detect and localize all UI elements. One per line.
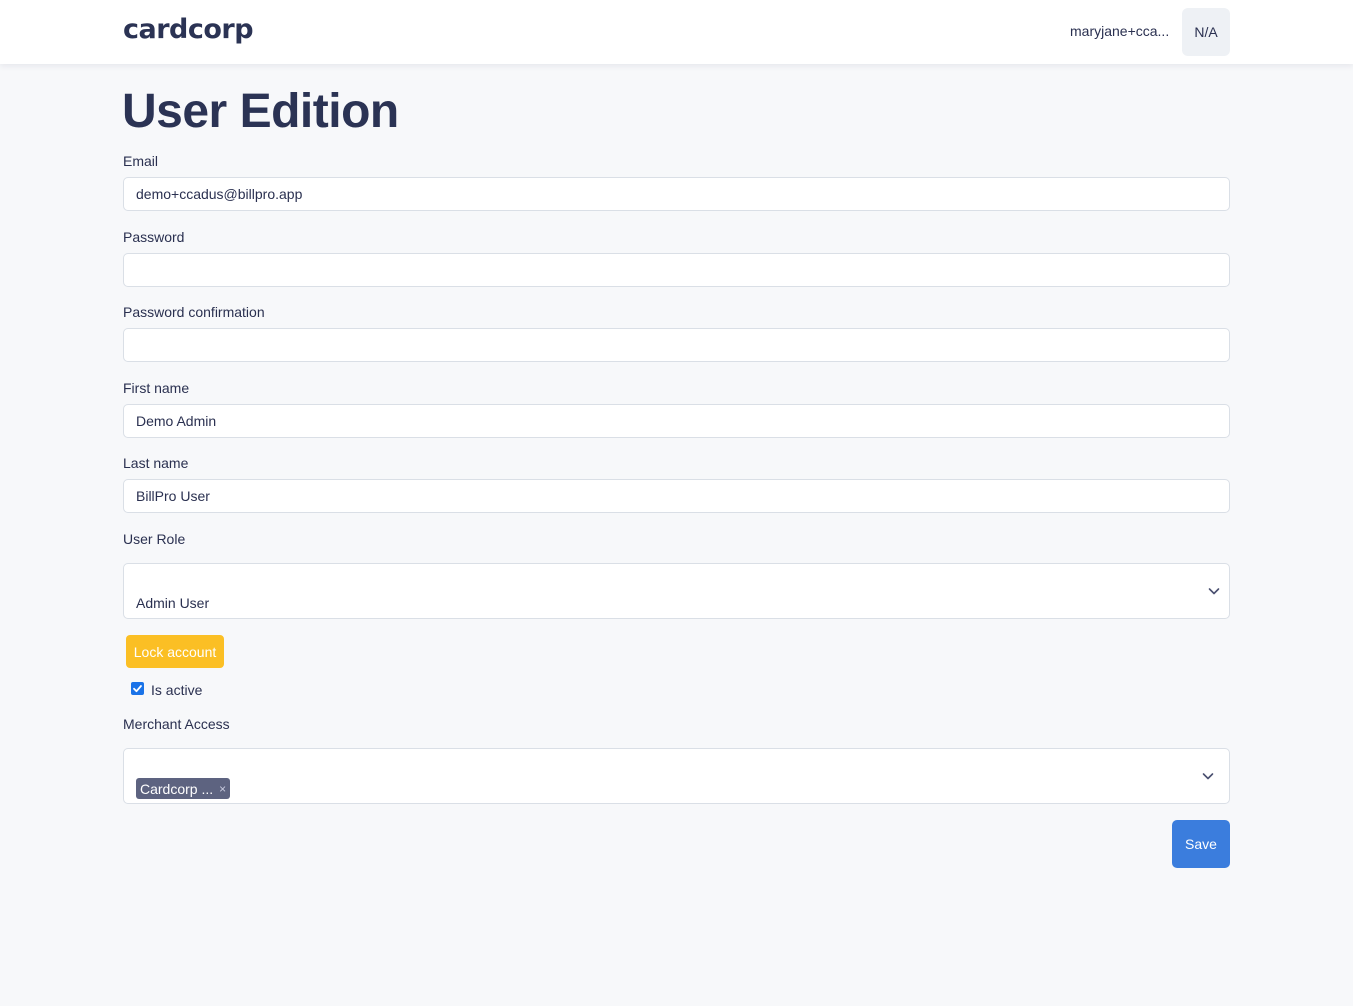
user-email-menu[interactable]: maryjane+cca... xyxy=(1070,23,1169,39)
checkmark-icon xyxy=(133,685,142,693)
password-label: Password xyxy=(123,229,185,245)
lock-account-button[interactable]: Lock account xyxy=(126,635,224,668)
merchant-tag: Cardcorp ... × xyxy=(136,778,231,799)
first-name-label: First name xyxy=(123,380,190,396)
first-name-input[interactable] xyxy=(123,404,1230,438)
email-label: Email xyxy=(123,153,159,169)
user-role-selected-value: Admin User xyxy=(136,595,210,611)
chevron-down-icon[interactable] xyxy=(1208,585,1220,597)
merchant-access-multiselect[interactable]: Cardcorp ... × xyxy=(123,748,1230,804)
merchant-access-label: Merchant Access xyxy=(123,716,230,732)
user-role-select[interactable]: Admin User xyxy=(123,563,1230,619)
merchant-tag-label: Cardcorp ... xyxy=(140,780,214,797)
user-avatar-badge[interactable]: N/A xyxy=(1182,8,1230,56)
is-active-checkbox[interactable] xyxy=(131,682,144,695)
last-name-label: Last name xyxy=(123,455,189,471)
email-input[interactable] xyxy=(123,177,1230,211)
user-role-label: User Role xyxy=(123,531,186,547)
top-navbar: cardcorp maryjane+cca... N/A xyxy=(0,0,1353,64)
cardcorp-logo[interactable]: cardcorp xyxy=(123,14,254,45)
page-title: User Edition xyxy=(122,85,399,138)
password-input[interactable] xyxy=(123,253,1230,287)
password-confirmation-label: Password confirmation xyxy=(123,304,265,320)
close-icon[interactable]: × xyxy=(219,782,226,796)
chevron-down-icon[interactable] xyxy=(1202,770,1214,782)
last-name-input[interactable] xyxy=(123,479,1230,513)
save-button[interactable]: Save xyxy=(1172,820,1230,868)
is-active-label[interactable]: Is active xyxy=(151,682,202,698)
password-confirmation-input[interactable] xyxy=(123,328,1230,362)
